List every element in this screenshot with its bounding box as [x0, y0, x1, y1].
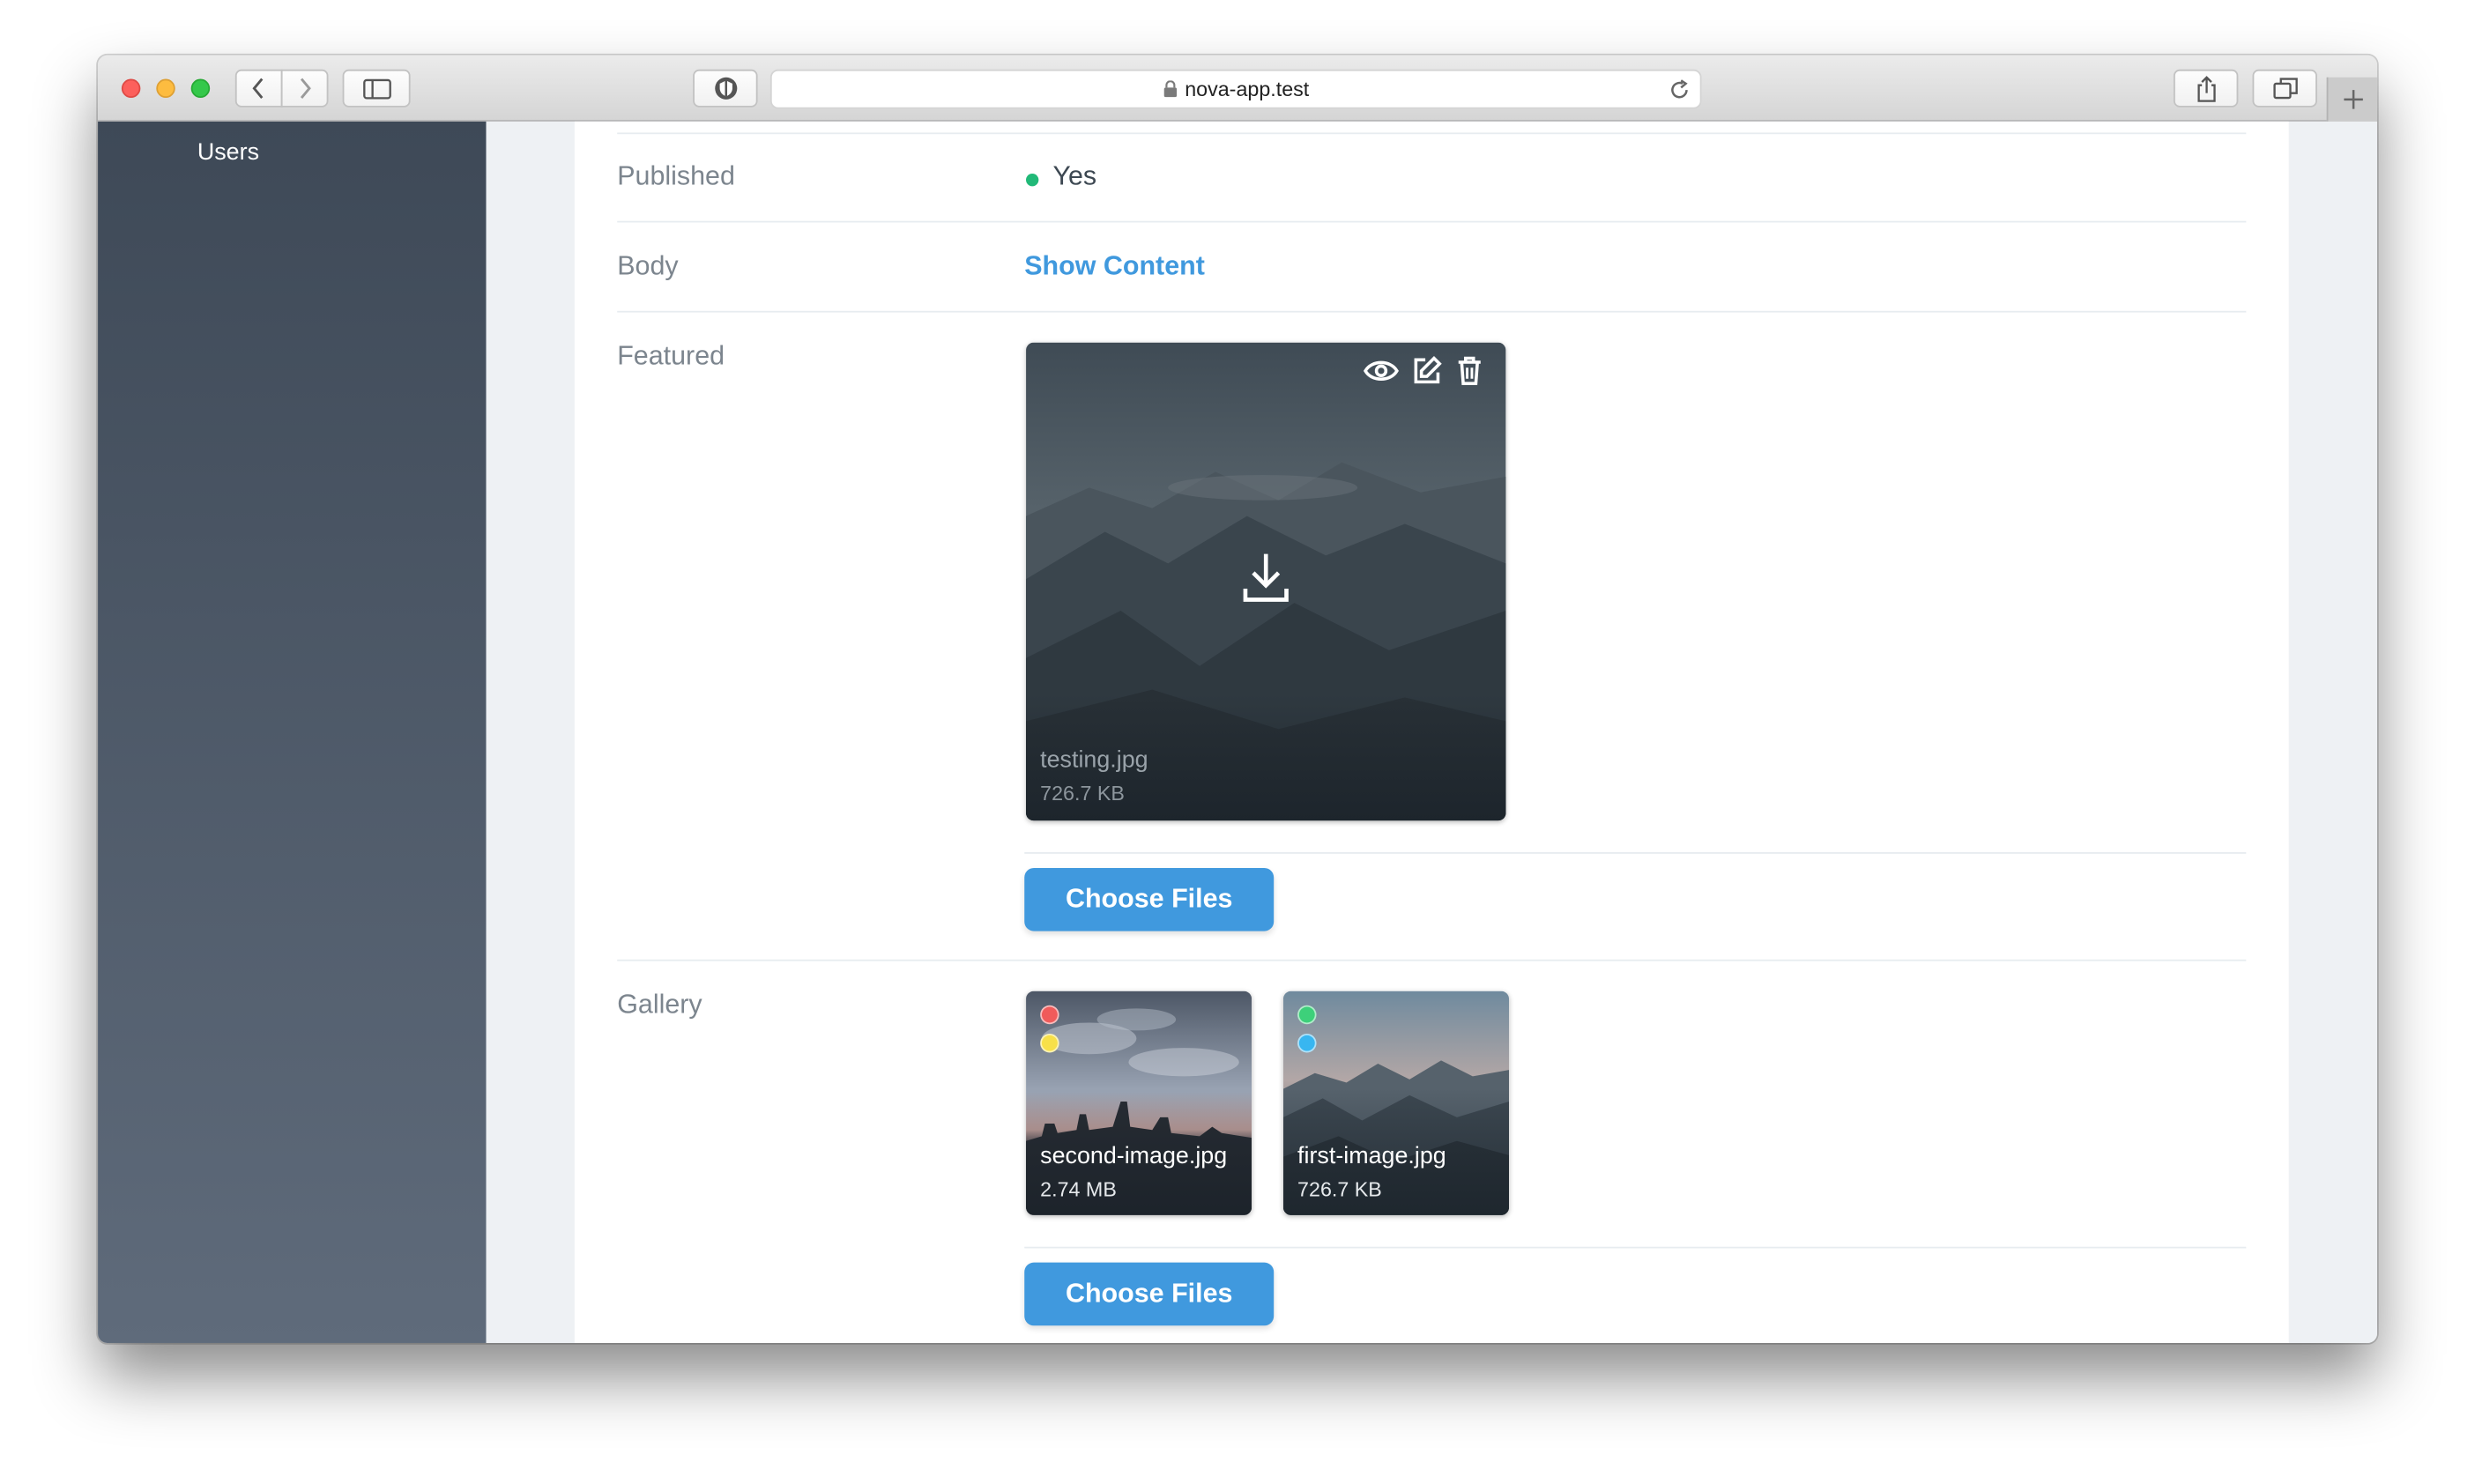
- divider: [617, 220, 2247, 223]
- tabs-overview-button[interactable]: [2252, 69, 2317, 108]
- chevron-right-icon: [300, 78, 311, 99]
- close-window-button[interactable]: [121, 78, 141, 99]
- featured-file-size: 726.7 KB: [1040, 781, 1125, 805]
- download-icon[interactable]: [1241, 551, 1291, 605]
- divider: [1024, 852, 2247, 854]
- sidebar-icon: [362, 78, 390, 99]
- published-label: Published: [617, 160, 735, 191]
- share-button[interactable]: [2173, 69, 2239, 108]
- featured-file-name: testing.jpg: [1040, 746, 1148, 774]
- gallery-image-card[interactable]: first-image.jpg 726.7 KB: [1282, 991, 1510, 1215]
- plus-icon: [2343, 90, 2362, 109]
- gallery-choose-files-button[interactable]: Choose Files: [1024, 1262, 1275, 1326]
- shield-icon: [714, 77, 737, 100]
- privacy-button[interactable]: [693, 69, 758, 108]
- eye-icon[interactable]: [1362, 355, 1400, 387]
- gallery-image-card[interactable]: second-image.jpg 2.74 MB: [1026, 991, 1252, 1215]
- published-value: Yes: [1052, 160, 1097, 191]
- sidebar: Users: [98, 121, 487, 1343]
- divider: [617, 132, 2247, 135]
- chevron-left-icon: [252, 78, 264, 99]
- show-content-link[interactable]: Show Content: [1024, 251, 1205, 283]
- tabs-icon: [2272, 78, 2297, 100]
- url-text: nova-app.test: [1185, 77, 1310, 101]
- main-content: Published Yes Body Show Content Featured: [486, 121, 2377, 1343]
- edit-icon[interactable]: [1411, 355, 1443, 387]
- lock-icon: [1163, 80, 1177, 98]
- sidebar-toggle-button[interactable]: [342, 69, 411, 108]
- divider: [617, 959, 2247, 961]
- divider: [617, 310, 2247, 313]
- status-dot: [1040, 1033, 1059, 1053]
- resource-detail-card: Published Yes Body Show Content Featured: [574, 121, 2289, 1343]
- sidebar-item-users[interactable]: Users: [197, 139, 259, 166]
- browser-toolbar: nova-app.test: [98, 55, 2377, 122]
- reload-icon[interactable]: [1669, 79, 1691, 101]
- new-tab-button[interactable]: [2326, 77, 2377, 122]
- forward-button[interactable]: [280, 69, 329, 108]
- gallery-file-size: 726.7 KB: [1297, 1176, 1382, 1201]
- published-status-dot: [1026, 173, 1039, 187]
- gallery-label: Gallery: [617, 989, 702, 1020]
- gallery-file-size: 2.74 MB: [1040, 1176, 1117, 1201]
- gallery-file-name: second-image.jpg: [1040, 1142, 1228, 1169]
- featured-choose-files-button[interactable]: Choose Files: [1024, 867, 1275, 931]
- back-button[interactable]: [234, 69, 283, 108]
- body-label: Body: [617, 250, 679, 281]
- status-dot: [1297, 1005, 1317, 1025]
- address-bar[interactable]: nova-app.test: [769, 69, 1702, 109]
- gallery-file-name: first-image.jpg: [1297, 1142, 1446, 1169]
- minimize-window-button[interactable]: [156, 78, 175, 99]
- status-dot: [1297, 1033, 1317, 1053]
- featured-label: Featured: [617, 340, 725, 371]
- trash-icon[interactable]: [1453, 355, 1485, 387]
- status-dot: [1040, 1005, 1059, 1025]
- browser-window: nova-app.test Users Published Yes Body S…: [98, 55, 2377, 1343]
- divider: [1024, 1246, 2247, 1249]
- featured-image-card[interactable]: testing.jpg 726.7 KB: [1026, 342, 1506, 821]
- share-icon: [2196, 75, 2215, 101]
- zoom-window-button[interactable]: [190, 78, 211, 99]
